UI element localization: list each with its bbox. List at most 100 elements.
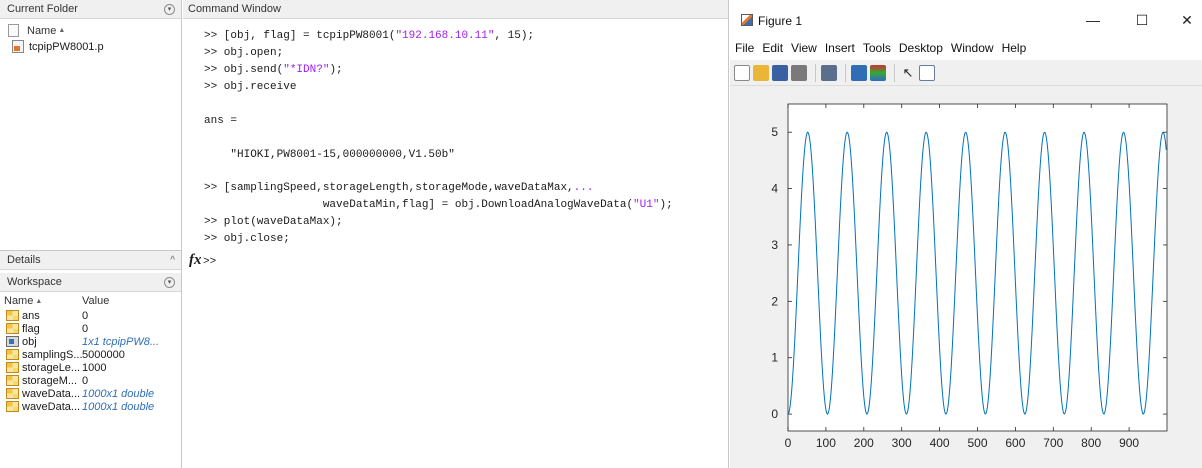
maximize-button[interactable]: ☐ [1127, 9, 1157, 31]
workspace-variable-row[interactable]: samplingS... 5000000 [0, 348, 181, 361]
figure-titlebar[interactable]: Figure 1 — ☐ ✕ [730, 0, 1202, 36]
menu-edit[interactable]: Edit [762, 41, 783, 55]
command-window-title: Command Window [188, 3, 281, 15]
x-tick-label: 900 [1119, 436, 1139, 450]
variable-value: 0 [82, 322, 89, 335]
current-folder-title: Current Folder [7, 3, 78, 15]
matrix-icon [6, 401, 19, 412]
command-line: >> obj.open; [204, 47, 284, 59]
y-tick-label: 1 [771, 351, 778, 365]
menu-file[interactable]: File [735, 41, 754, 55]
x-tick-label: 200 [854, 436, 874, 450]
variable-value: 0 [82, 374, 89, 387]
x-tick-label: 300 [892, 436, 912, 450]
variable-value: 1000x1 double [82, 387, 155, 400]
print-icon[interactable] [791, 64, 807, 81]
menu-help[interactable]: Help [1002, 41, 1027, 55]
new-figure-icon[interactable] [734, 64, 750, 81]
toolbar-separator [815, 63, 816, 82]
command-line: >> [obj, flag] = tcpipPW8001("192.168.10… [204, 30, 535, 42]
variable-value: 1x1 tcpipPW8... [82, 335, 160, 348]
figure-title: Figure 1 [758, 14, 803, 28]
left-panel: Current Folder ▾ Name ▲ tcpipPW8001.p De… [0, 0, 182, 468]
close-button[interactable]: ✕ [1172, 9, 1202, 31]
variable-value: 5000000 [82, 348, 125, 361]
name-column-header[interactable]: Name [27, 25, 56, 37]
command-line: ans = [204, 115, 238, 127]
x-tick-label: 700 [1043, 436, 1063, 450]
menu-view[interactable]: View [791, 41, 817, 55]
details-title: Details [7, 254, 41, 266]
insert-colorbar-icon[interactable] [870, 64, 886, 81]
current-folder-header[interactable]: Current Folder ▾ [0, 0, 181, 19]
command-line: >> [samplingSpeed,storageLength,storageM… [204, 182, 594, 194]
toolbar-separator [845, 63, 846, 82]
workspace-variable-row[interactable]: flag 0 [0, 322, 181, 335]
file-item[interactable]: tcpipPW8001.p [0, 38, 181, 55]
figure-toolbar: ↖ [730, 60, 1202, 86]
y-tick-label: 3 [771, 238, 778, 252]
matrix-icon [6, 323, 19, 334]
toolbar-separator [894, 63, 895, 82]
print-preview-icon[interactable] [821, 64, 837, 81]
workspace-variable-list: ans 0 flag 0 obj 1x1 tcpipPW8... samplingS... 5… [0, 309, 181, 413]
command-line: >> plot(waveDataMax); [204, 216, 343, 228]
variable-name: waveData... [22, 387, 81, 400]
workspace-title: Workspace [7, 276, 62, 288]
current-folder-actions-icon[interactable]: ▾ [164, 3, 175, 15]
x-tick-label: 600 [1005, 436, 1025, 450]
variable-name: obj [22, 335, 37, 348]
workspace-value-header[interactable]: Value [82, 295, 178, 307]
workspace-variable-row[interactable]: waveData... 1000x1 double [0, 400, 181, 413]
figure-canvas[interactable]: 0 100 200 300 400 500 600 700 800 900 0 1 2 3 4 5 [730, 86, 1202, 468]
workspace-variable-row[interactable]: storageLe... 1000 [0, 361, 181, 374]
matrix-icon [6, 362, 19, 373]
variable-value: 0 [82, 309, 89, 322]
workspace-actions-icon[interactable]: ▾ [164, 276, 175, 288]
menu-desktop[interactable]: Desktop [899, 41, 943, 55]
x-tick-label: 100 [816, 436, 836, 450]
plot-axes [787, 103, 1168, 432]
command-line: >> obj.send("*IDN?"); [204, 64, 343, 76]
file-list-header[interactable]: Name ▲ [0, 23, 181, 38]
command-line: >> obj.close; [204, 233, 290, 245]
current-folder-panel: Name ▲ tcpipPW8001.p [0, 19, 181, 251]
line-plot[interactable]: 0 100 200 300 400 500 600 700 800 900 0 1 2 3 4 5 [730, 86, 1202, 468]
open-file-icon[interactable] [753, 64, 769, 81]
menu-window[interactable]: Window [951, 41, 994, 55]
matrix-icon [6, 388, 19, 399]
details-header[interactable]: Details ^ [0, 251, 181, 270]
menu-insert[interactable]: Insert [825, 41, 855, 55]
property-inspector-icon[interactable] [919, 64, 935, 81]
workspace-header[interactable]: Workspace ▾ [0, 273, 181, 292]
command-window-header[interactable]: Command Window [183, 0, 728, 19]
workspace-variable-row[interactable]: waveData... 1000x1 double [0, 387, 181, 400]
menu-tools[interactable]: Tools [863, 41, 891, 55]
y-tick-label: 2 [771, 294, 778, 308]
matrix-icon [6, 349, 19, 360]
workspace-variable-row[interactable]: storageM... 0 [0, 374, 181, 387]
file-name: tcpipPW8001.p [29, 40, 104, 53]
details-collapse-icon[interactable]: ^ [170, 255, 175, 266]
variable-name: ans [22, 309, 40, 322]
matrix-icon [6, 310, 19, 321]
edit-plot-icon[interactable]: ↖ [900, 65, 916, 81]
workspace-name-header[interactable]: Name ▲ [0, 295, 82, 307]
command-window[interactable]: Command Window >> [obj, flag] = tcpipPW8… [183, 0, 729, 468]
command-line: >> obj.receive [204, 81, 297, 93]
save-icon[interactable] [772, 64, 788, 81]
p-file-icon [12, 40, 24, 53]
workspace-variable-row[interactable]: obj 1x1 tcpipPW8... [0, 335, 181, 348]
function-browser-icon[interactable]: fx [189, 252, 202, 269]
command-prompt[interactable]: >> [203, 255, 216, 269]
link-plot-icon[interactable] [851, 64, 867, 81]
workspace-variable-row[interactable]: ans 0 [0, 309, 181, 322]
minimize-button[interactable]: — [1078, 9, 1108, 31]
sort-ascending-icon: ▲ [35, 297, 43, 305]
y-tick-label: 4 [771, 182, 778, 196]
variable-name: flag [22, 322, 40, 335]
variable-name: storageM... [22, 374, 78, 387]
figure-menubar: File Edit View Insert Tools Desktop Window Help [730, 36, 1202, 60]
x-tick-label: 400 [930, 436, 950, 450]
variable-value: 1000x1 double [82, 400, 155, 413]
